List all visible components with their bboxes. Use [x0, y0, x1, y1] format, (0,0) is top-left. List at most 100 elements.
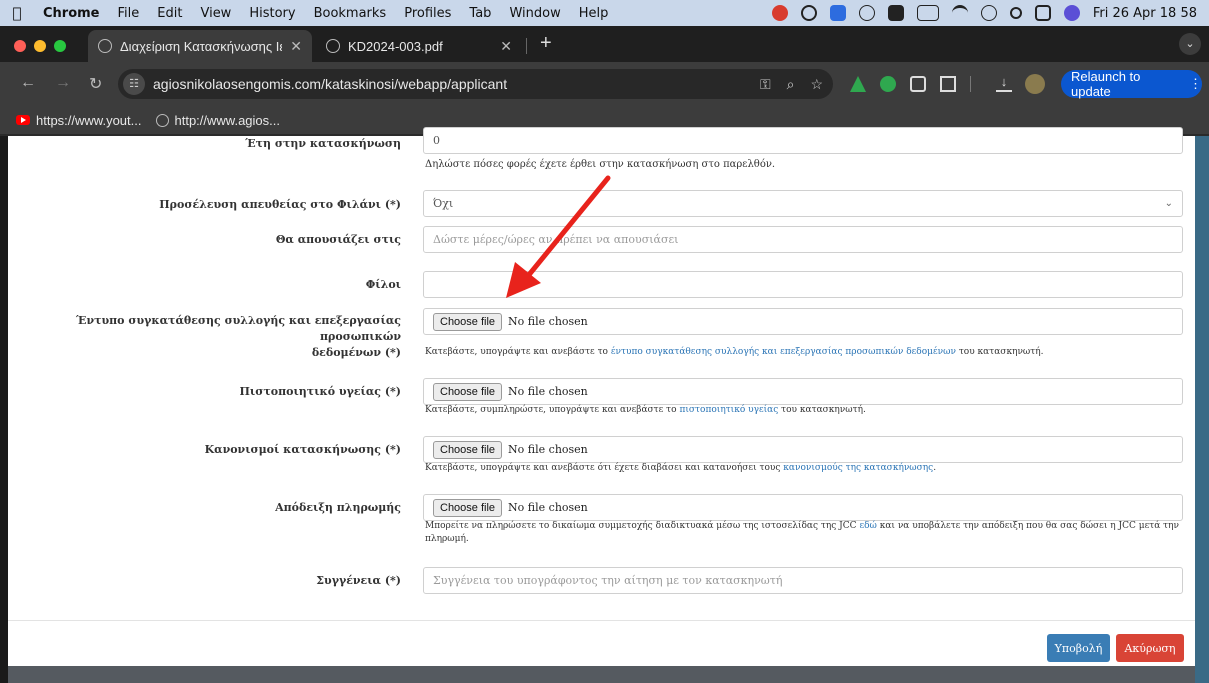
tab-search-icon[interactable]: ⌄	[1179, 33, 1201, 55]
menu-edit[interactable]: Edit	[148, 6, 191, 21]
control-center-icon[interactable]	[1034, 5, 1051, 21]
browser-tab-strip: Διαχείριση Κατασκήνωσης Ιε ✕ KD2024-003.…	[0, 26, 1209, 62]
globe-icon	[98, 39, 112, 53]
menu-view[interactable]: View	[191, 6, 240, 21]
apple-icon[interactable]: 	[0, 4, 34, 22]
rules-help: Κατεβάστε, υπογράψτε και ανεβάστε ότι έχ…	[425, 462, 1195, 475]
bookmark-label: https://www.yout...	[36, 112, 142, 128]
no-file-text: No file chosen	[508, 443, 588, 456]
reload-icon[interactable]: ↻	[89, 74, 102, 94]
extensions-icon[interactable]	[940, 76, 956, 92]
consent-form-link[interactable]: έντυπο συγκατάθεσης συλλογής και επεξεργ…	[611, 347, 956, 357]
close-tab-icon[interactable]: ✕	[290, 38, 302, 55]
password-key-icon[interactable]: ⚿	[760, 76, 771, 93]
relaunch-to-update-button[interactable]: Relaunch to update ⋮	[1061, 69, 1202, 99]
extension-green-icon[interactable]	[880, 76, 896, 92]
direct-arrival-value: Όχι	[433, 197, 454, 210]
menu-tab[interactable]: Tab	[460, 6, 500, 21]
siri-icon[interactable]	[1063, 5, 1080, 21]
google-drive-icon[interactable]	[850, 76, 866, 92]
direct-arrival-select[interactable]: Όχι ⌄	[423, 190, 1183, 217]
search-icon[interactable]	[1009, 7, 1022, 19]
consent-help: Κατεβάστε, υπογράψτε και ανεβάστε το έντ…	[425, 346, 1195, 359]
years-input[interactable]: 0	[423, 127, 1183, 154]
no-file-text: No file chosen	[508, 501, 588, 514]
lambda-icon[interactable]	[887, 5, 904, 21]
consent-label-line2: δεδομένων (*)	[311, 346, 401, 359]
status-area: Fri 26 Apr 18 58	[771, 5, 1209, 21]
tab-camp-management[interactable]: Διαχείριση Κατασκήνωσης Ιε ✕	[88, 30, 312, 62]
menubar-clock: Fri 26 Apr 18 58	[1092, 5, 1197, 21]
payment-file-input[interactable]: Choose file No file chosen	[423, 494, 1183, 521]
creative-cloud-icon[interactable]	[800, 5, 817, 21]
tab-title: Διαχείριση Κατασκήνωσης Ιε	[120, 38, 283, 54]
health-help-post: του κατασκηνωτή.	[781, 405, 866, 415]
no-file-text: No file chosen	[508, 385, 588, 398]
friends-label: Φίλοι	[365, 278, 401, 291]
browser-toolbar: ← → ↻ ☷ agiosnikolaosengomis.com/kataski…	[0, 62, 1209, 106]
consent-help-post: του κατασκηνωτή.	[958, 347, 1044, 357]
camp-rules-link[interactable]: κανονισμούς της κατασκήνωσης	[783, 463, 933, 473]
menu-app-name[interactable]: Chrome	[34, 6, 109, 21]
health-certificate-link[interactable]: πιστοποιητικό υγείας	[679, 405, 778, 415]
youtube-icon	[16, 115, 30, 125]
submit-button[interactable]: Υποβολή	[1047, 634, 1110, 662]
close-window-button[interactable]	[14, 40, 26, 52]
menu-file[interactable]: File	[109, 6, 149, 21]
relation-input[interactable]: Συγγένεια του υπογράφοντος την αίτηση με…	[423, 567, 1183, 594]
years-value: 0	[433, 134, 440, 147]
toolbar-separator	[970, 76, 971, 92]
tab-separator	[526, 38, 527, 54]
zoom-window-button[interactable]	[54, 40, 66, 52]
absent-input[interactable]: Δώστε μέρες/ώρες αν πρέπει να απουσιάσει	[423, 226, 1183, 253]
more-menu-icon[interactable]: ⋮	[1189, 76, 1202, 92]
address-url[interactable]: agiosnikolaosengomis.com/kataskinosi/web…	[153, 76, 760, 92]
download-icon[interactable]: ↓	[996, 75, 1012, 92]
bookmark-youtube[interactable]: https://www.yout...	[16, 113, 142, 128]
menu-profiles[interactable]: Profiles	[395, 6, 460, 21]
cancel-button[interactable]: Ακύρωση	[1116, 634, 1184, 662]
play-icon[interactable]	[858, 5, 875, 21]
payment-here-link[interactable]: εδώ	[859, 521, 876, 531]
dropbox-icon[interactable]	[829, 5, 846, 21]
health-help-pre: Κατεβάστε, συμπληρώστε, υπογράψτε και αν…	[425, 405, 677, 415]
tab-pdf[interactable]: KD2024-003.pdf ✕	[316, 30, 522, 62]
clock-history-icon[interactable]	[980, 5, 997, 21]
payment-help: Μπορείτε να πληρώσετε το δικαίωμα συμμετ…	[425, 520, 1190, 546]
new-tab-icon[interactable]: +	[540, 32, 552, 55]
close-tab-icon[interactable]: ✕	[500, 38, 512, 55]
health-file-input[interactable]: Choose file No file chosen	[423, 378, 1183, 405]
address-bar[interactable]: ☷ agiosnikolaosengomis.com/kataskinosi/w…	[118, 69, 833, 99]
relaunch-label: Relaunch to update	[1071, 69, 1141, 99]
bookmark-star-icon[interactable]: ☆	[810, 76, 823, 93]
years-label: Έτη στην κατασκήνωση	[245, 137, 401, 150]
globe-icon	[326, 39, 340, 53]
menu-help[interactable]: Help	[570, 6, 618, 21]
menu-history[interactable]: History	[240, 6, 304, 21]
minimize-window-button[interactable]	[34, 40, 46, 52]
tab-title: KD2024-003.pdf	[348, 38, 443, 54]
zoom-icon[interactable]: ⌕	[787, 76, 795, 93]
forward-arrow-icon[interactable]: →	[55, 74, 71, 92]
back-arrow-icon[interactable]: ←	[20, 74, 36, 92]
bookmark-agios[interactable]: http://www.agios...	[155, 113, 280, 128]
site-settings-icon[interactable]: ☷	[123, 73, 145, 95]
battery-icon[interactable]	[916, 5, 939, 21]
choose-file-button[interactable]: Choose file	[433, 498, 503, 517]
choose-file-button[interactable]: Choose file	[433, 382, 503, 401]
wifi-icon[interactable]	[951, 5, 968, 21]
notification-app-icon[interactable]	[771, 5, 788, 21]
choose-file-button[interactable]: Choose file	[433, 312, 503, 331]
reading-list-icon[interactable]	[910, 76, 926, 92]
menu-window[interactable]: Window	[500, 6, 569, 21]
macos-menu-bar:  Chrome File Edit View History Bookmark…	[0, 0, 1209, 26]
consent-file-input[interactable]: Choose file No file chosen	[423, 308, 1183, 335]
menu-bookmarks[interactable]: Bookmarks	[305, 6, 396, 21]
choose-file-button[interactable]: Choose file	[433, 440, 503, 459]
rules-file-input[interactable]: Choose file No file chosen	[423, 436, 1183, 463]
page-viewport: Έτη στην κατασκήνωση 0 Δηλώστε πόσες φορ…	[0, 127, 1209, 683]
profile-avatar[interactable]	[1025, 74, 1045, 94]
backdrop-right	[1195, 136, 1209, 683]
consent-label: Έντυπο συγκατάθεσης συλλογής και επεξεργ…	[8, 313, 401, 361]
friends-input[interactable]	[423, 271, 1183, 298]
